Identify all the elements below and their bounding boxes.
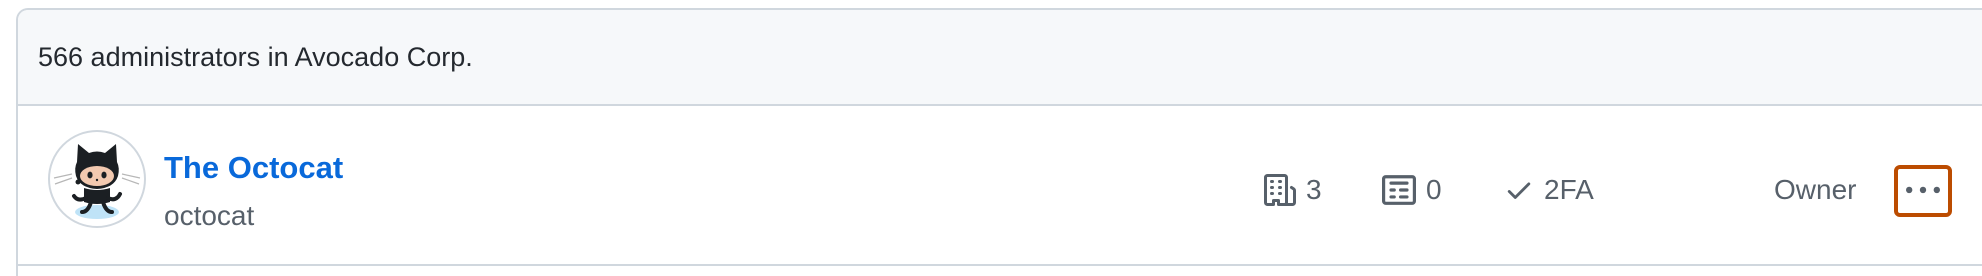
organizations-count-value: 3 — [1306, 174, 1322, 205]
member-role: Owner — [1774, 174, 1857, 205]
two-factor-label: 2FA — [1544, 174, 1594, 205]
administrators-panel: 566 administrators in Avocado Corp. The … — [16, 8, 1982, 276]
organizations-count[interactable]: 3 — [1264, 172, 1322, 208]
panel-header: 566 administrators in Avocado Corp. — [18, 10, 1982, 106]
teams-count-value: 0 — [1426, 174, 1442, 205]
member-login: octocat — [164, 200, 255, 231]
administrators-count: 566 administrators in Avocado Corp. — [38, 41, 473, 72]
two-factor-status[interactable]: 2FA — [1504, 172, 1594, 208]
organization-icon — [1264, 174, 1296, 206]
teams-count[interactable]: 0 — [1382, 172, 1442, 208]
member-name-link[interactable]: The Octocat — [164, 150, 343, 186]
check-icon — [1507, 182, 1531, 199]
member-actions-button[interactable] — [1894, 165, 1952, 217]
octocat-icon — [53, 144, 141, 219]
kebab-horizontal-icon — [1906, 186, 1940, 194]
member-row: The Octocat octocat 3 0 2FA Owner — [18, 106, 1982, 266]
id-badge-icon — [1382, 175, 1416, 205]
avatar[interactable] — [48, 130, 146, 228]
